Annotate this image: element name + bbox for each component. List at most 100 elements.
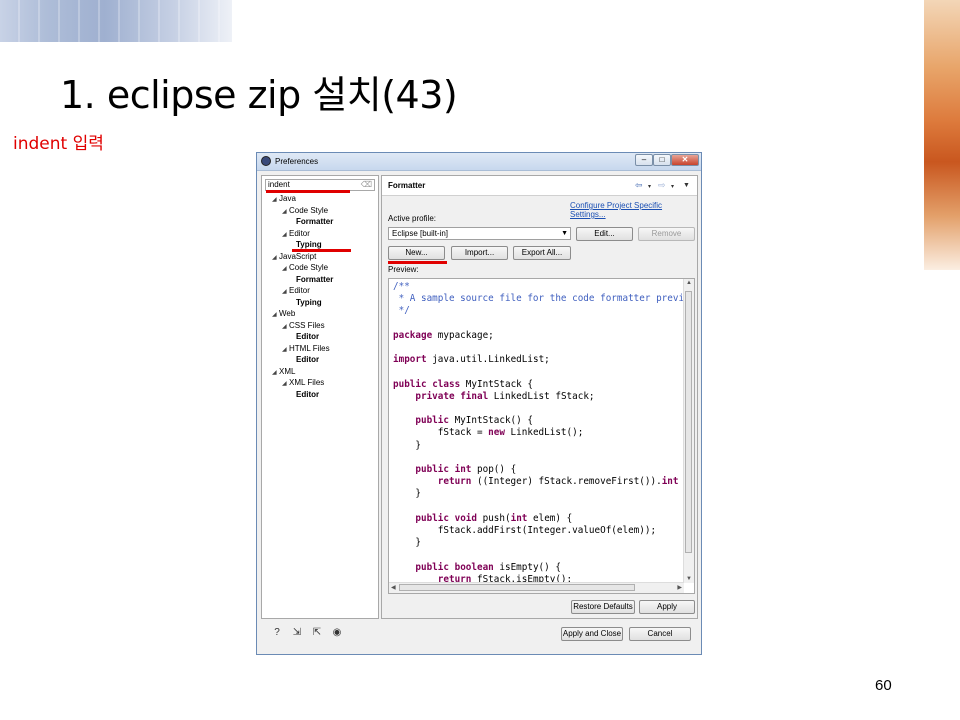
tree-item[interactable]: ◢ XML Files [282, 378, 324, 387]
import-preferences-icon[interactable]: ⇲ [291, 627, 303, 639]
side-decoration [924, 0, 960, 270]
scroll-left-icon[interactable]: ◀ [391, 584, 396, 591]
tree-item[interactable]: Formatter [296, 275, 333, 284]
tree-item[interactable]: ◢ Code Style [282, 206, 328, 215]
tree-item-label: Formatter [296, 217, 334, 226]
tree-item-label: Typing [296, 240, 322, 249]
restore-defaults-button[interactable]: Restore Defaults [571, 600, 635, 614]
expand-arrow-icon[interactable]: ◢ [282, 231, 289, 238]
tree-item[interactable]: Typing [296, 240, 322, 249]
new-profile-button[interactable]: New... [388, 246, 445, 260]
record-icon[interactable]: ◉ [331, 627, 343, 639]
vertical-scroll-thumb[interactable] [685, 291, 692, 553]
apply-button[interactable]: Apply [639, 600, 695, 614]
preview-label: Preview: [388, 265, 419, 274]
tree-item[interactable]: ◢ Editor [282, 286, 310, 295]
code-line: */ [393, 305, 410, 317]
forward-menu-icon[interactable]: ▾ [671, 183, 674, 190]
horizontal-scroll-thumb[interactable] [399, 584, 635, 591]
export-preferences-icon[interactable]: ⇱ [311, 627, 323, 639]
vertical-scrollbar[interactable]: ▲ ▼ [683, 279, 694, 583]
tree-item[interactable]: ◢ CSS Files [282, 321, 325, 330]
tree-item[interactable]: Editor [296, 332, 319, 341]
maximize-button[interactable]: □ [653, 154, 671, 166]
view-menu-icon[interactable]: ▼ [683, 182, 690, 189]
slide-subtitle: indent 입력 [13, 134, 104, 154]
tree-item[interactable]: ◢ Java [272, 194, 296, 203]
tree-item-label: Web [279, 309, 296, 318]
tree-item[interactable]: Typing [296, 298, 322, 307]
eclipse-icon [261, 156, 271, 166]
dropdown-arrow-icon: ▼ [561, 230, 568, 237]
close-button[interactable]: ✕ [671, 154, 699, 166]
code-line: public class MyIntStack { [393, 378, 533, 390]
configure-project-settings-link[interactable]: Configure Project Specific Settings... [570, 201, 697, 219]
back-arrow-icon[interactable]: ⇦ [635, 180, 643, 191]
scroll-down-icon[interactable]: ▼ [686, 576, 692, 582]
expand-arrow-icon[interactable]: ◢ [282, 323, 289, 330]
back-menu-icon[interactable]: ▾ [648, 183, 651, 190]
tree-item[interactable]: ◢ HTML Files [282, 344, 330, 353]
preferences-tree-pane: indent ⌫ ◢ Java ◢ Code Style Formatter ◢ Edito… [261, 175, 379, 619]
highlight-underline [292, 249, 351, 252]
code-line: public MyIntStack() { [415, 415, 533, 427]
expand-arrow-icon[interactable]: ◢ [272, 254, 279, 261]
dialog-titlebar[interactable]: Preferences – □ ✕ [257, 153, 701, 171]
expand-arrow-icon[interactable]: ◢ [272, 311, 279, 318]
tree-item[interactable]: Formatter [296, 217, 333, 226]
code-line: fStack.addFirst(Integer.valueOf(elem)); [393, 525, 657, 537]
tree-item-label: Typing [296, 297, 322, 307]
help-icon[interactable]: ? [271, 627, 283, 639]
apply-and-close-button[interactable]: Apply and Close [561, 627, 623, 641]
expand-arrow-icon[interactable]: ◢ [272, 196, 279, 203]
page-heading: Formatter [388, 181, 426, 190]
tree-item[interactable]: Editor [296, 355, 319, 364]
clear-filter-icon[interactable]: ⌫ [361, 180, 372, 190]
expand-arrow-icon[interactable]: ◢ [272, 369, 279, 376]
scroll-up-icon[interactable]: ▲ [686, 280, 692, 286]
preview-code: /** * A sample source file for the code … [393, 281, 684, 586]
tree-item-label: Formatter [296, 274, 334, 284]
expand-arrow-icon[interactable]: ◢ [282, 288, 289, 295]
expand-arrow-icon[interactable]: ◢ [282, 346, 289, 353]
highlight-underline [266, 190, 350, 193]
profile-select[interactable]: Eclipse [built-in] ▼ [388, 227, 571, 240]
filter-value: indent [268, 180, 290, 189]
tree-item-label: XML [279, 366, 296, 376]
tree-item[interactable]: ◢ JavaScript [272, 252, 316, 261]
expand-arrow-icon[interactable]: ◢ [282, 380, 289, 387]
tree-item-label: HTML Files [289, 343, 330, 353]
tree-item[interactable]: ◢ Web [272, 309, 295, 318]
cancel-button[interactable]: Cancel [629, 627, 691, 641]
forward-arrow-icon[interactable]: ⇨ [658, 180, 666, 191]
code-line: public void push(int elem) { [415, 512, 573, 524]
code-line: public int pop() { [415, 464, 517, 476]
tree-item-label: XML Files [289, 378, 325, 387]
export-all-button[interactable]: Export All... [513, 246, 571, 260]
code-line: public boolean isEmpty() { [415, 561, 561, 573]
tree-item[interactable]: ◢ Code Style [282, 263, 328, 272]
active-profile-label: Active profile: [388, 214, 437, 223]
tree-item-label: Editor [289, 228, 310, 238]
expand-arrow-icon[interactable]: ◢ [282, 265, 289, 272]
tree-item[interactable]: ◢ XML [272, 367, 295, 376]
profile-value: Eclipse [built-in] [392, 229, 449, 238]
code-line: } [393, 488, 421, 500]
scroll-right-icon[interactable]: ▶ [677, 584, 682, 591]
page-number: 60 [875, 677, 892, 694]
code-line: } [393, 537, 421, 549]
import-button[interactable]: Import... [451, 246, 508, 260]
edit-button[interactable]: Edit... [576, 227, 633, 241]
minimize-button[interactable]: – [635, 154, 653, 166]
horizontal-scrollbar[interactable]: ◀ ▶ [389, 582, 684, 593]
tree-item-label: Code Style [289, 263, 329, 272]
code-preview[interactable]: /** * A sample source file for the code … [388, 278, 695, 594]
expand-arrow-icon[interactable]: ◢ [282, 208, 289, 215]
tree-item[interactable]: Editor [296, 390, 319, 399]
tree-item[interactable]: ◢ Editor [282, 229, 310, 238]
remove-button[interactable]: Remove [638, 227, 695, 241]
page-header: Formatter ⇦ ▾ ⇨ ▾ ▼ [382, 176, 697, 196]
